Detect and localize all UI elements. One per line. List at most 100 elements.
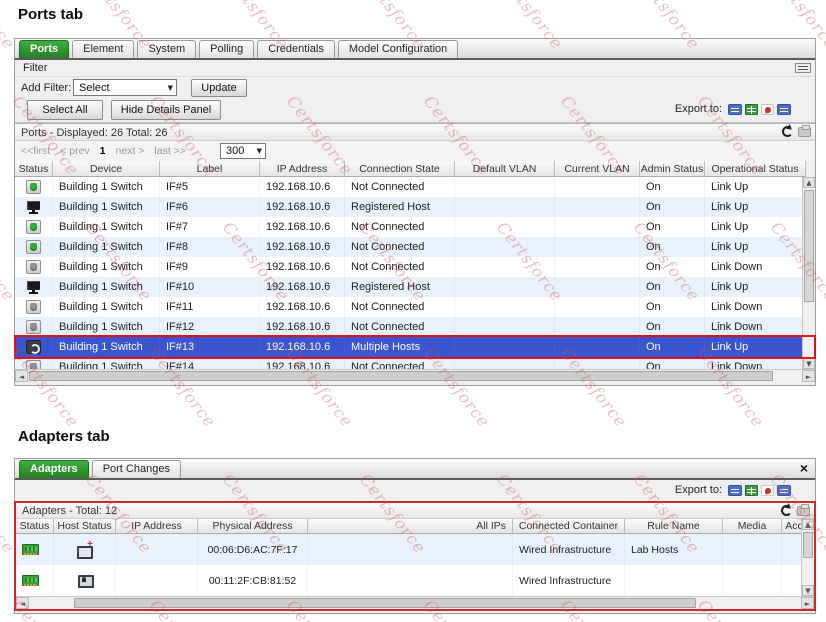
cell: IF#7 xyxy=(160,217,260,237)
cell: Wired Infrastructure xyxy=(513,565,625,596)
collapse-panel-icon[interactable] xyxy=(795,63,811,73)
xls-export-icon[interactable] xyxy=(745,104,758,115)
scroll-down-icon[interactable]: ▼ xyxy=(803,358,815,369)
xls-export-icon[interactable] xyxy=(745,485,758,496)
table-row[interactable]: Building 1 SwitchIF#8192.168.10.6Not Con… xyxy=(15,237,806,257)
cell: On xyxy=(640,237,705,257)
column-header-connected-container[interactable]: Connected Container xyxy=(513,519,625,534)
cell xyxy=(555,237,640,257)
port-up-icon xyxy=(26,220,41,234)
csv-export-icon[interactable] xyxy=(728,104,742,115)
scroll-right-icon[interactable]: ► xyxy=(801,597,814,609)
cell xyxy=(308,565,513,596)
ports-table-header: StatusDeviceLabelIP AddressConnection St… xyxy=(15,161,806,177)
table-row[interactable]: Building 1 SwitchIF#10192.168.10.6Regist… xyxy=(15,277,806,297)
ports-tab-credentials[interactable]: Credentials xyxy=(257,40,335,58)
update-button[interactable]: Update xyxy=(191,79,247,97)
column-header-ip-address[interactable]: IP Address xyxy=(260,161,345,177)
refresh-icon[interactable] xyxy=(781,505,792,516)
adapters-tabstrip: AdaptersPort Changes xyxy=(15,459,815,480)
html-export-icon[interactable] xyxy=(777,104,791,115)
column-header-connection-state[interactable]: Connection State xyxy=(345,161,455,177)
cell: On xyxy=(640,217,705,237)
scrollbar-thumb[interactable] xyxy=(804,190,814,302)
column-header-ip-address[interactable]: IP Address xyxy=(116,519,198,534)
table-row[interactable]: Building 1 SwitchIF#11192.168.10.6Not Co… xyxy=(15,297,806,317)
ports-tab-element[interactable]: Element xyxy=(72,40,134,58)
column-header-host-status[interactable]: Host Status xyxy=(54,519,116,534)
table-row[interactable]: 00:06:D6:AC:7F:17Wired InfrastructureLab… xyxy=(16,534,807,565)
table-row[interactable]: Building 1 SwitchIF#6192.168.10.6Registe… xyxy=(15,197,806,217)
scroll-left-icon[interactable]: ◄ xyxy=(15,370,28,382)
column-header-rule-name[interactable]: Rule Name xyxy=(625,519,723,534)
cell: Building 1 Switch xyxy=(53,337,160,357)
table-row[interactable]: Building 1 SwitchIF#5192.168.10.6Not Con… xyxy=(15,177,806,197)
select-all-button[interactable]: Select All xyxy=(27,100,103,120)
close-icon[interactable]: × xyxy=(800,461,808,475)
table-row-selected[interactable]: Building 1 SwitchIF#13192.168.10.6Multip… xyxy=(15,337,806,357)
scroll-down-icon[interactable]: ▼ xyxy=(802,585,814,596)
column-header-device[interactable]: Device xyxy=(53,161,160,177)
adapters-table-toolbar: Adapters - Total: 12 xyxy=(16,503,814,519)
scroll-up-icon[interactable]: ▲ xyxy=(802,519,814,530)
cell xyxy=(455,177,555,197)
scroll-left-icon[interactable]: ◄ xyxy=(16,597,29,609)
adapters-tab-port-changes[interactable]: Port Changes xyxy=(92,460,181,478)
cell: 00:11:2F:CB:81:52 xyxy=(198,565,308,596)
column-header-all-ips[interactable]: All IPs xyxy=(308,519,513,534)
cell: 192.168.10.6 xyxy=(260,217,345,237)
scrollbar-thumb[interactable] xyxy=(29,371,773,381)
column-header-admin-status[interactable]: Admin Status xyxy=(640,161,705,177)
cell: On xyxy=(640,197,705,217)
scrollbar-thumb[interactable] xyxy=(803,532,813,558)
page-size-value: 300 xyxy=(226,145,244,157)
adapters-tab-adapters[interactable]: Adapters xyxy=(19,460,89,478)
column-header-default-vlan[interactable]: Default VLAN xyxy=(455,161,555,177)
table-row[interactable]: Building 1 SwitchIF#7192.168.10.6Not Con… xyxy=(15,217,806,237)
cell xyxy=(723,565,782,596)
ports-horizontal-scrollbar[interactable]: ◄ ► xyxy=(15,369,815,382)
pager-first[interactable]: <<first xyxy=(21,145,50,157)
csv-export-icon[interactable] xyxy=(728,485,742,496)
column-header-media[interactable]: Media xyxy=(723,519,782,534)
pdf-export-icon[interactable] xyxy=(761,485,774,496)
column-header-label[interactable]: Label xyxy=(160,161,260,177)
filter-select[interactable]: Select ▼ xyxy=(73,79,177,96)
pdf-export-icon[interactable] xyxy=(761,104,774,115)
table-row[interactable]: 00:11:2F:CB:81:52 Wired Infrastructure xyxy=(16,565,807,596)
adapters-vertical-scrollbar[interactable]: ▲ ▼ xyxy=(801,519,814,596)
column-header-physical-address[interactable]: Physical Address xyxy=(198,519,308,534)
cell xyxy=(455,277,555,297)
ports-table-toolbar: Ports - Displayed: 26 Total: 26 xyxy=(15,123,815,141)
column-header-operational-status[interactable]: Operational Status xyxy=(705,161,806,177)
cell: IF#12 xyxy=(160,317,260,337)
table-row[interactable]: Building 1 SwitchIF#9192.168.10.6Not Con… xyxy=(15,257,806,277)
table-row[interactable]: Building 1 SwitchIF#12192.168.10.6Not Co… xyxy=(15,317,806,337)
scroll-up-icon[interactable]: ▲ xyxy=(803,177,815,188)
ports-vertical-scrollbar[interactable]: ▲ ▼ xyxy=(802,177,815,369)
pager-last[interactable]: last >> xyxy=(154,145,186,157)
adapters-horizontal-scrollbar[interactable]: ◄ ► xyxy=(16,596,814,609)
refresh-icon[interactable] xyxy=(782,126,793,137)
column-header-status[interactable]: Status xyxy=(16,519,54,534)
scrollbar-thumb[interactable] xyxy=(74,598,696,608)
scroll-right-icon[interactable]: ► xyxy=(802,370,815,382)
ports-tab-polling[interactable]: Polling xyxy=(199,40,254,58)
print-icon[interactable] xyxy=(798,127,811,137)
pager-next[interactable]: next > xyxy=(116,145,145,157)
status-cell xyxy=(15,237,53,257)
cell: Link Up xyxy=(705,237,806,257)
cell: IF#14 xyxy=(160,357,260,369)
hide-details-panel-button[interactable]: Hide Details Panel xyxy=(111,100,221,120)
cell: Lab Hosts xyxy=(625,534,723,565)
html-export-icon[interactable] xyxy=(777,485,791,496)
print-icon[interactable] xyxy=(797,506,810,516)
pager-prev[interactable]: < prev xyxy=(60,145,89,157)
column-header-status[interactable]: Status xyxy=(15,161,53,177)
ports-tab-system[interactable]: System xyxy=(137,40,196,58)
column-header-current-vlan[interactable]: Current VLAN xyxy=(555,161,640,177)
ports-tab-model-configuration[interactable]: Model Configuration xyxy=(338,40,458,58)
ports-tab-ports[interactable]: Ports xyxy=(19,40,69,58)
page-size-select[interactable]: 300 ▼ xyxy=(220,143,266,159)
table-row[interactable]: Building 1 SwitchIF#14192.168.10.6Not Co… xyxy=(15,357,806,369)
